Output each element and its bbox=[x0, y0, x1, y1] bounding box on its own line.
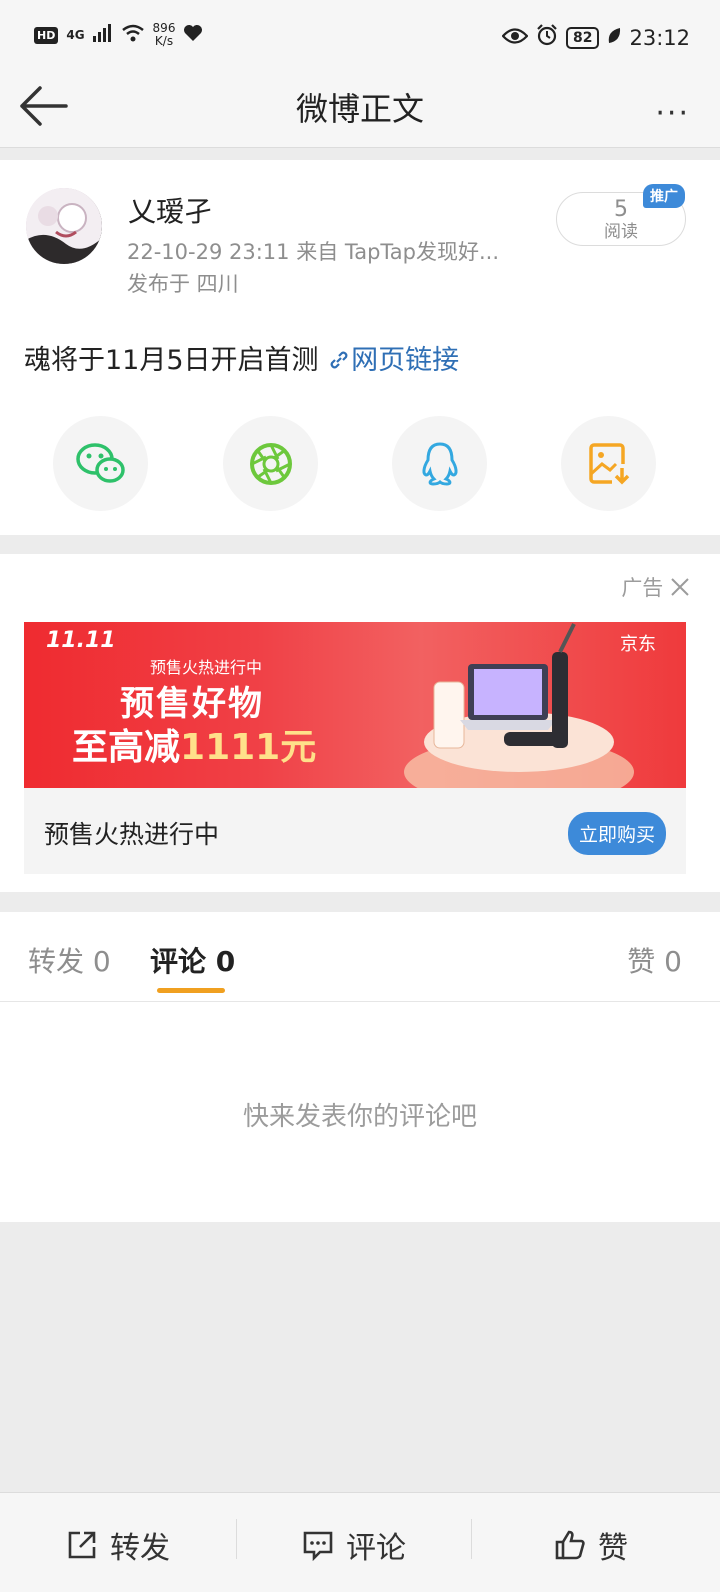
comment-list: 快来发表你的评论吧 bbox=[0, 1002, 720, 1222]
status-right: 82 23:12 bbox=[501, 24, 690, 51]
tab-repost[interactable]: 转发 0 bbox=[28, 940, 111, 980]
alarm-icon bbox=[536, 24, 558, 51]
heart-icon bbox=[183, 24, 203, 46]
interaction-tabs: 转发 0 评论 0 赞 0 bbox=[0, 912, 720, 1002]
tab-like[interactable]: 赞 0 bbox=[627, 940, 682, 980]
status-left: HD 4G 896 K/s bbox=[34, 22, 203, 48]
bottom-action-bar: 转发 评论 赞 bbox=[0, 1492, 720, 1592]
empty-comments-text: 快来发表你的评论吧 bbox=[242, 1102, 477, 1132]
close-icon[interactable] bbox=[670, 577, 690, 597]
clock-time: 23:12 bbox=[629, 25, 690, 50]
banner-amount: 1111元 bbox=[180, 727, 317, 768]
net-speed-value: 896 bbox=[152, 21, 176, 35]
save-image-button[interactable] bbox=[561, 416, 656, 511]
post-meta: 22-10-29 23:11 来自 TapTap发现好... bbox=[127, 240, 499, 264]
nav-bar: 微博正文 ··· bbox=[0, 78, 720, 148]
author-name[interactable]: 乂瑷孑 bbox=[128, 190, 212, 230]
comment-icon bbox=[303, 1531, 333, 1561]
moments-icon bbox=[249, 442, 292, 485]
comment-label: 评论 bbox=[346, 1531, 406, 1566]
wifi-icon bbox=[121, 24, 145, 46]
read-label: 阅读 bbox=[604, 222, 638, 242]
banner-presale: 预售火热进行中 bbox=[150, 658, 263, 677]
network-type: 4G bbox=[66, 28, 85, 42]
promo-badge: 推广 bbox=[643, 184, 685, 208]
leaf-icon bbox=[607, 26, 621, 50]
thumbs-up-icon bbox=[555, 1530, 585, 1560]
like-button[interactable]: 赞 bbox=[554, 1523, 628, 1567]
buy-now-button[interactable]: 立即购买 bbox=[567, 812, 666, 855]
repost-label: 转发 bbox=[110, 1531, 170, 1566]
status-bar: HD 4G 896 K/s 82 23:12 bbox=[0, 0, 720, 78]
web-link[interactable]: 网页链接 bbox=[327, 345, 459, 376]
net-speed: 896 K/s bbox=[153, 22, 176, 48]
post-card: 乂瑷孑 22-10-29 23:11 来自 TapTap发现好... 发布于 四… bbox=[0, 160, 720, 535]
wechat-icon bbox=[75, 442, 125, 483]
post-body: 魂将于11月5日开启首测 bbox=[24, 345, 328, 376]
page-title: 微博正文 bbox=[295, 90, 424, 128]
banner-sub: 至高减1111元 bbox=[72, 718, 316, 770]
banner-tag: 11.11 bbox=[46, 628, 116, 653]
save-image-icon bbox=[588, 442, 629, 484]
share-qq-button[interactable] bbox=[392, 416, 487, 511]
avatar[interactable] bbox=[26, 188, 102, 264]
link-icon bbox=[330, 351, 348, 369]
web-link-text: 网页链接 bbox=[351, 345, 460, 376]
ad-label-text: 广告 bbox=[621, 576, 664, 600]
ad-banner-image[interactable]: 11.11 预售火热进行中 预售好物 至高减1111元 京东 bbox=[24, 622, 686, 788]
signal-icon bbox=[92, 24, 113, 46]
like-label: 赞 bbox=[598, 1531, 628, 1566]
share-wechat-button[interactable] bbox=[53, 416, 148, 511]
post-location: 发布于 四川 bbox=[127, 272, 239, 296]
eye-icon bbox=[501, 26, 529, 50]
qq-icon bbox=[421, 441, 458, 486]
battery-level: 82 bbox=[565, 26, 600, 49]
share-row bbox=[0, 416, 720, 512]
tab-comment[interactable]: 评论 0 bbox=[150, 940, 235, 980]
banner-products-illustration bbox=[404, 623, 634, 788]
repost-button[interactable]: 转发 bbox=[66, 1523, 170, 1567]
hd-badge: HD bbox=[34, 26, 59, 44]
net-speed-unit: K/s bbox=[154, 34, 174, 48]
post-text: 魂将于11月5日开启首测 网页链接 bbox=[24, 338, 459, 377]
ad-footer: 预售火热进行中 立即购买 bbox=[24, 788, 686, 874]
share-out-icon bbox=[68, 1531, 96, 1559]
ad-title: 预售火热进行中 bbox=[44, 820, 220, 849]
share-moments-button[interactable] bbox=[223, 416, 318, 511]
more-button[interactable]: ··· bbox=[655, 96, 690, 131]
active-tab-indicator bbox=[157, 988, 225, 993]
banner-sub-prefix: 至高减 bbox=[72, 727, 181, 768]
divider bbox=[471, 1519, 472, 1559]
ad-card[interactable]: 广告 11.11 预售火热进行中 预售好物 至高减1111元 京东 预售火热进行… bbox=[0, 554, 720, 892]
divider bbox=[236, 1519, 237, 1559]
ad-label: 广告 bbox=[621, 572, 690, 602]
comment-button[interactable]: 评论 bbox=[302, 1523, 406, 1567]
